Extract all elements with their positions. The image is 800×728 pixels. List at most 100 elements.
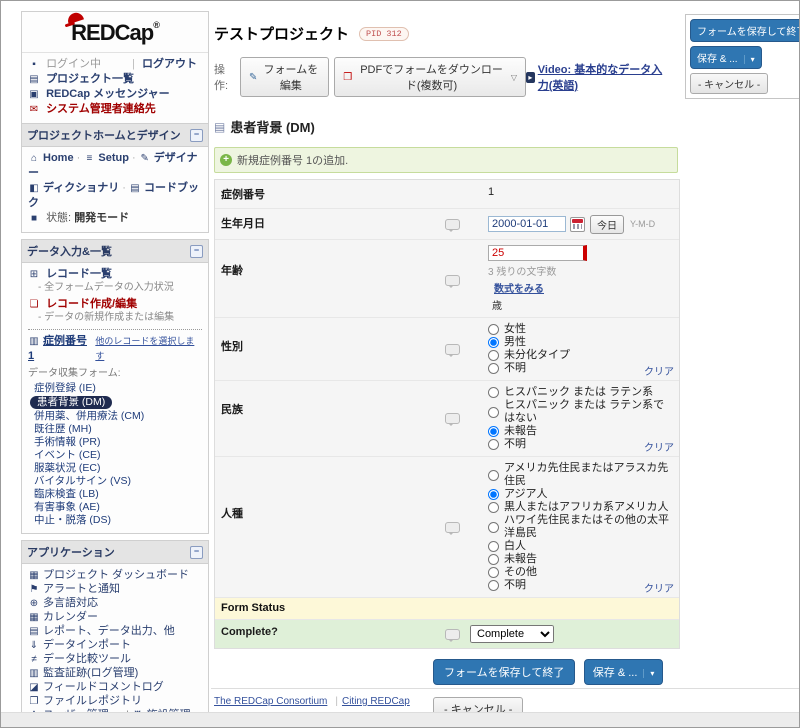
radio-label[interactable]: アジア人 bbox=[504, 488, 548, 501]
radio-label[interactable]: ヒスパニック または ラテン系ではない bbox=[504, 399, 673, 425]
radio-race-4[interactable] bbox=[488, 541, 499, 552]
collapse-toggle-icon[interactable] bbox=[190, 129, 203, 142]
sidebar-form-mh[interactable]: 既往歴 (MH) bbox=[28, 423, 202, 436]
app-link[interactable]: レポート、データ出力、他 bbox=[43, 625, 175, 637]
sidebar-form-cm[interactable]: 併用薬、併用療法 (CM) bbox=[28, 410, 202, 423]
radio-label[interactable]: 未報告 bbox=[504, 553, 537, 566]
sidebar-form-lb[interactable]: 臨床検査 (LB) bbox=[28, 488, 202, 501]
save-and-exit-button[interactable]: フォームを保存して終了 bbox=[433, 659, 575, 685]
radio-ethnicity-3[interactable] bbox=[488, 439, 499, 450]
sidebar-item-alerts[interactable]: ⚑アラートと通知 bbox=[28, 583, 202, 596]
dictionary-link[interactable]: ディクショナリ bbox=[43, 182, 119, 194]
sidebar-form-ce[interactable]: イベント (CE) bbox=[28, 449, 202, 462]
admin-contact-link[interactable]: システム管理者連絡先 bbox=[46, 103, 156, 115]
video-link[interactable]: Video: 基本的なデータ入力(英語) bbox=[538, 61, 669, 93]
save-more-button[interactable]: 保存 & ...▾ bbox=[584, 659, 664, 685]
radio-ethnicity-2[interactable] bbox=[488, 426, 499, 437]
pdf-download-button[interactable]: ❒ PDFでフォームをダウンロード(複数可) ▽ bbox=[334, 57, 526, 97]
sidebar-item-calendar[interactable]: ▦カレンダー bbox=[28, 611, 202, 624]
app-link[interactable]: アラートと通知 bbox=[43, 583, 120, 595]
radio-label[interactable]: 女性 bbox=[504, 323, 526, 336]
edit-form-button[interactable]: ✎ フォームを編集 bbox=[240, 57, 329, 97]
citing-link[interactable]: Citing REDCap bbox=[342, 696, 410, 707]
radio-race-0[interactable] bbox=[488, 470, 499, 481]
consortium-link[interactable]: The REDCap Consortium bbox=[214, 696, 327, 707]
dob-input[interactable] bbox=[488, 216, 566, 232]
today-button[interactable]: 今日 bbox=[590, 215, 624, 234]
projects-link[interactable]: プロジェクト一覧 bbox=[46, 73, 134, 85]
radio-label[interactable]: 不明 bbox=[504, 579, 526, 592]
app-link[interactable]: カレンダー bbox=[43, 611, 98, 623]
view-equation-link[interactable]: 数式をみる bbox=[494, 280, 544, 295]
app-link[interactable]: 多言語対応 bbox=[43, 597, 98, 609]
setup-link[interactable]: Setup bbox=[98, 152, 129, 164]
sidebar-form-ie[interactable]: 症例登録 (IE) bbox=[28, 382, 202, 395]
sidebar-form-ae[interactable]: 有害事象 (AE) bbox=[28, 501, 202, 514]
radio-race-2[interactable] bbox=[488, 502, 499, 513]
calendar-picker-icon[interactable] bbox=[570, 217, 585, 232]
age-input[interactable] bbox=[488, 245, 587, 261]
save-and-exit-button-top[interactable]: フォームを保存して終了 bbox=[690, 19, 800, 42]
radio-label[interactable]: 男性 bbox=[504, 336, 526, 349]
sidebar-item-admin-contact[interactable]: ✉ システム管理者連絡先 bbox=[28, 102, 202, 117]
radio-label[interactable]: 不明 bbox=[504, 362, 526, 375]
sidebar-item-field-comment-log[interactable]: ◪フィールドコメントログ bbox=[28, 681, 202, 694]
sidebar-form-pr[interactable]: 手術情報 (PR) bbox=[28, 436, 202, 449]
sidebar-form-ec[interactable]: 服薬状況 (EC) bbox=[28, 462, 202, 475]
app-link[interactable]: データ比較ツール bbox=[43, 653, 131, 665]
clear-link[interactable]: クリア bbox=[644, 439, 674, 454]
clear-link[interactable]: クリア bbox=[644, 580, 674, 595]
app-link[interactable]: ファイルレポジトリ bbox=[43, 695, 142, 707]
sidebar-item-multilang[interactable]: ⊕多言語対応 bbox=[28, 597, 202, 610]
radio-label[interactable]: 黒人またはアフリカ系アメリカ人 bbox=[504, 501, 668, 514]
radio-race-6[interactable] bbox=[488, 567, 499, 578]
radio-label[interactable]: 未報告 bbox=[504, 425, 537, 438]
sidebar-form-vs[interactable]: バイタルサイン (VS) bbox=[28, 475, 202, 488]
comment-bubble-icon[interactable] bbox=[445, 275, 460, 286]
choose-other-record-link[interactable]: 他のレコードを選択します bbox=[95, 334, 202, 364]
radio-sex-0[interactable] bbox=[488, 324, 499, 335]
radio-sex-1[interactable] bbox=[488, 337, 499, 348]
radio-label[interactable]: アメリカ先住民またはアラスカ先住民 bbox=[504, 462, 673, 488]
sidebar-item-import[interactable]: ⇓データインポート bbox=[28, 639, 202, 652]
radio-sex-2[interactable] bbox=[488, 350, 499, 361]
app-link[interactable]: 監査証跡(ログ管理) bbox=[43, 667, 138, 679]
sidebar-item-record-list[interactable]: ⊞ レコード一覧 bbox=[28, 267, 202, 282]
app-link[interactable]: プロジェクト ダッシュボード bbox=[43, 569, 189, 581]
radio-race-3[interactable] bbox=[488, 522, 499, 533]
sidebar-item-projects[interactable]: ▤ プロジェクト一覧 bbox=[28, 72, 202, 87]
radio-label[interactable]: 未分化タイプ bbox=[504, 349, 570, 362]
sidebar-form-ds[interactable]: 中止・脱落 (DS) bbox=[28, 514, 202, 527]
comment-bubble-icon[interactable] bbox=[445, 522, 460, 533]
radio-race-5[interactable] bbox=[488, 554, 499, 565]
collapse-toggle-icon[interactable] bbox=[190, 546, 203, 559]
save-more-button-top[interactable]: 保存 & ...▾ bbox=[690, 46, 762, 69]
complete-select[interactable]: Complete bbox=[470, 625, 554, 643]
comment-bubble-icon[interactable] bbox=[445, 344, 460, 355]
sidebar-item-audit[interactable]: ▥監査証跡(ログ管理) bbox=[28, 667, 202, 680]
radio-label[interactable]: ヒスパニック または ラテン系 bbox=[504, 386, 653, 399]
clear-link[interactable]: クリア bbox=[644, 363, 674, 378]
logout-link[interactable]: ログアウト bbox=[142, 58, 197, 70]
sidebar-item-compare[interactable]: ≠データ比較ツール bbox=[28, 653, 202, 666]
radio-label[interactable]: 不明 bbox=[504, 438, 526, 451]
comment-bubble-icon[interactable] bbox=[445, 629, 460, 640]
collapse-toggle-icon[interactable] bbox=[190, 245, 203, 258]
cancel-button-top[interactable]: - キャンセル - bbox=[690, 73, 768, 94]
radio-sex-3[interactable] bbox=[488, 363, 499, 374]
comment-bubble-icon[interactable] bbox=[445, 413, 460, 424]
radio-ethnicity-1[interactable] bbox=[488, 407, 499, 418]
radio-ethnicity-0[interactable] bbox=[488, 387, 499, 398]
comment-bubble-icon[interactable] bbox=[445, 219, 460, 230]
radio-label[interactable]: その他 bbox=[504, 566, 537, 579]
record-list-link[interactable]: レコード一覧 bbox=[46, 268, 112, 280]
sidebar-item-dashboard[interactable]: ▦プロジェクト ダッシュボード bbox=[28, 569, 202, 582]
messenger-link[interactable]: REDCap メッセンジャー bbox=[46, 88, 170, 100]
app-link[interactable]: データインポート bbox=[43, 639, 131, 651]
sidebar-item-record-edit[interactable]: ❏ レコード作成/編集 bbox=[28, 297, 202, 312]
radio-label[interactable]: ハワイ先住民またはその他の太平洋島民 bbox=[504, 514, 673, 540]
sidebar-form-dm-selected[interactable]: 患者背景 (DM) bbox=[30, 396, 112, 409]
sidebar-item-reports[interactable]: ▤レポート、データ出力、他 bbox=[28, 625, 202, 638]
radio-race-1[interactable] bbox=[488, 489, 499, 500]
sidebar-item-messenger[interactable]: ▣ REDCap メッセンジャー bbox=[28, 87, 202, 102]
